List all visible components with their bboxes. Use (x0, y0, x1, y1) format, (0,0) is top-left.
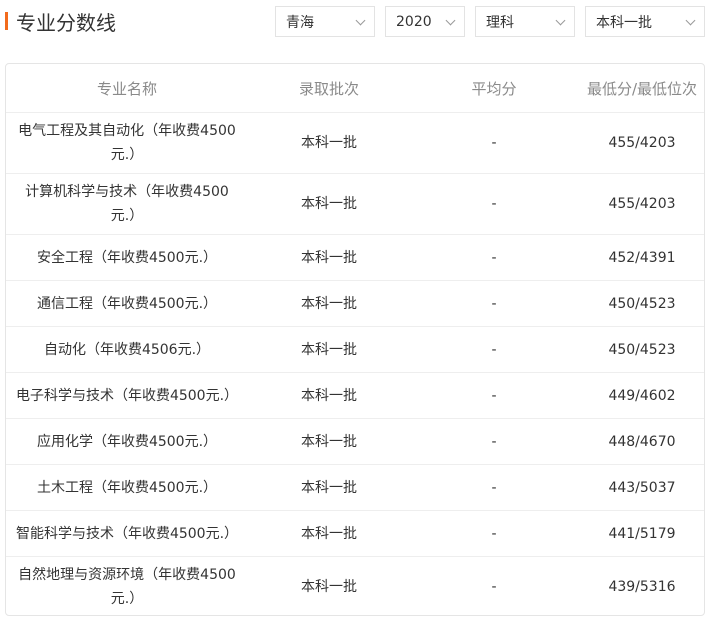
table-row: 计算机科学与技术（年收费4500元.） 本科一批 - 455/4203 (6, 173, 704, 235)
major-name: 智能科学与技术（年收费4500元.） (6, 510, 248, 557)
min-score-rank: 455/4203 (578, 173, 704, 235)
table-row: 通信工程（年收费4500元.） 本科一批 - 450/4523 (6, 280, 704, 327)
admission-batch: 本科一批 (248, 112, 410, 174)
average-score: - (410, 112, 578, 174)
table-row: 应用化学（年收费4500元.） 本科一批 - 448/4670 (6, 418, 704, 465)
table-row: 自然地理与资源环境（年收费4500元.） 本科一批 - 439/5316 (6, 557, 704, 616)
major-name: 安全工程（年收费4500元.） (6, 234, 248, 281)
average-score: - (410, 280, 578, 327)
admission-batch: 本科一批 (248, 372, 410, 419)
min-score-rank: 449/4602 (578, 372, 704, 419)
table-row: 电气工程及其自动化（年收费4500元.） 本科一批 - 455/4203 (6, 112, 704, 174)
major-name: 通信工程（年收费4500元.） (6, 280, 248, 327)
table-row: 自动化（年收费4506元.） 本科一批 - 450/4523 (6, 326, 704, 373)
province-select-value: 青海 (286, 14, 314, 31)
section-header: 专业分数线 (5, 9, 116, 35)
chevron-down-icon (555, 15, 566, 26)
table-header-row: 专业名称 录取批次 平均分 最低分/最低位次 (6, 64, 704, 113)
average-score: - (410, 464, 578, 511)
column-header-average: 平均分 (410, 64, 578, 113)
chevron-down-icon (355, 15, 366, 26)
subject-select[interactable]: 理科 (475, 6, 575, 37)
min-score-rank: 448/4670 (578, 418, 704, 465)
score-table-card: 专业名称 录取批次 平均分 最低分/最低位次 电气工程及其自动化（年收费4500… (5, 63, 705, 616)
admission-batch: 本科一批 (248, 464, 410, 511)
table-row: 电子科学与技术（年收费4500元.） 本科一批 - 449/4602 (6, 372, 704, 419)
major-name: 电子科学与技术（年收费4500元.） (6, 372, 248, 419)
average-score: - (410, 326, 578, 373)
table-row: 土木工程（年收费4500元.） 本科一批 - 443/5037 (6, 464, 704, 511)
admission-batch: 本科一批 (248, 418, 410, 465)
year-select-value: 2020 (396, 13, 432, 30)
page-title: 专业分数线 (16, 10, 116, 35)
admission-batch: 本科一批 (248, 234, 410, 281)
major-name: 计算机科学与技术（年收费4500元.） (6, 173, 248, 235)
major-name: 应用化学（年收费4500元.） (6, 418, 248, 465)
province-select[interactable]: 青海 (275, 6, 375, 37)
min-score-rank: 452/4391 (578, 234, 704, 281)
min-score-rank: 455/4203 (578, 112, 704, 174)
min-score-rank: 450/4523 (578, 326, 704, 373)
min-score-rank: 450/4523 (578, 280, 704, 327)
average-score: - (410, 418, 578, 465)
admission-batch: 本科一批 (248, 280, 410, 327)
average-score: - (410, 234, 578, 281)
min-score-rank: 443/5037 (578, 464, 704, 511)
major-name: 土木工程（年收费4500元.） (6, 464, 248, 511)
score-table: 专业名称 录取批次 平均分 最低分/最低位次 电气工程及其自动化（年收费4500… (6, 64, 704, 616)
major-name: 自动化（年收费4506元.） (6, 326, 248, 373)
column-header-batch: 录取批次 (248, 64, 410, 113)
column-header-major: 专业名称 (6, 64, 248, 113)
batch-select-value: 本科一批 (596, 14, 652, 31)
major-name: 自然地理与资源环境（年收费4500元.） (18, 567, 236, 608)
chevron-down-icon (685, 15, 696, 26)
year-select[interactable]: 2020 (385, 6, 465, 37)
average-score: - (410, 173, 578, 235)
average-score: - (491, 579, 497, 596)
table-row: 安全工程（年收费4500元.） 本科一批 - 452/4391 (6, 234, 704, 281)
admission-batch: 本科一批 (248, 510, 410, 557)
admission-batch: 本科一批 (301, 579, 357, 596)
subject-select-value: 理科 (486, 14, 514, 31)
table-row: 智能科学与技术（年收费4500元.） 本科一批 - 441/5179 (6, 510, 704, 557)
min-score-rank: 441/5179 (578, 510, 704, 557)
major-name: 电气工程及其自动化（年收费4500元.） (6, 112, 248, 174)
average-score: - (410, 372, 578, 419)
column-header-min-score-rank: 最低分/最低位次 (578, 64, 704, 113)
average-score: - (410, 510, 578, 557)
batch-select[interactable]: 本科一批 (585, 6, 705, 37)
admission-batch: 本科一批 (248, 173, 410, 235)
title-accent-bar (5, 12, 8, 30)
admission-batch: 本科一批 (248, 326, 410, 373)
min-score-rank: 439/5316 (608, 579, 676, 596)
chevron-down-icon (445, 15, 456, 26)
